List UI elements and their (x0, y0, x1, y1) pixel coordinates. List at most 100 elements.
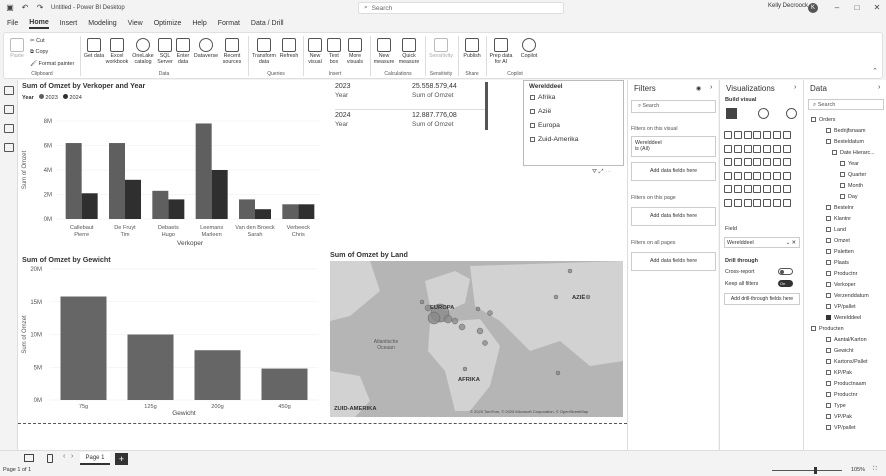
field-plaats[interactable]: Plaats (826, 260, 849, 266)
checkbox[interactable] (840, 161, 845, 166)
checkbox[interactable] (826, 381, 831, 386)
checkbox[interactable] (826, 238, 831, 243)
menu-insert[interactable]: Insert (60, 20, 78, 27)
field-productnaam[interactable]: Productnaam (826, 381, 866, 387)
table-scrollbar[interactable] (485, 82, 488, 130)
maximize-icon[interactable]: □ (846, 2, 868, 14)
visual-type-icon[interactable] (772, 198, 781, 207)
focus-mode-icon[interactable]: ⤢ (599, 169, 604, 175)
tab-page-1[interactable]: Page 1 (80, 452, 110, 465)
checkbox[interactable] (826, 260, 831, 265)
menu-format[interactable]: Format (218, 20, 240, 27)
visual-type-icon[interactable] (763, 131, 772, 139)
visual-type-icon[interactable] (724, 185, 732, 194)
dax-query-icon[interactable] (3, 143, 14, 152)
visual-type-icon[interactable] (753, 131, 762, 139)
get-data-button[interactable]: Get data (83, 38, 105, 59)
mobile-layout-icon[interactable] (47, 454, 53, 463)
collapse-data-icon[interactable]: › (878, 84, 880, 91)
format-painter-button[interactable]: 🖌 Format painter (30, 61, 74, 67)
prev-page-icon[interactable]: ‹ (63, 453, 65, 460)
checkbox[interactable] (826, 304, 831, 309)
field-paletten[interactable]: Paletten (826, 249, 854, 255)
visual-type-icon[interactable] (724, 158, 732, 167)
checkbox[interactable] (826, 128, 831, 133)
visual-type-icon[interactable] (733, 185, 742, 194)
build-visual-icon[interactable] (726, 108, 737, 119)
field-quarter[interactable]: Quarter (840, 172, 866, 178)
undo-icon[interactable]: ↶ (20, 3, 30, 13)
checkbox[interactable] (826, 359, 831, 364)
field-date-hierarc-[interactable]: Date Hierarc... (832, 150, 875, 156)
visual-type-icon[interactable] (743, 131, 752, 139)
collapse-viz-icon[interactable]: › (794, 84, 796, 91)
field-omzet[interactable]: Omzet (826, 238, 850, 244)
field-vp-pak[interactable]: VP/Pak (826, 414, 852, 420)
field-verkoper[interactable]: Verkoper (826, 282, 856, 288)
table-visual[interactable]: 2023 Year 25.558.579,44 Sum of Omzet 202… (330, 80, 490, 132)
sensitivity-button[interactable]: Sensitivity (427, 38, 455, 59)
enter-data-button[interactable]: Enter data (174, 38, 192, 65)
recent-sources-button[interactable]: Recent sources (220, 38, 244, 65)
visual-type-icon[interactable] (753, 185, 762, 194)
add-data-fields-visual[interactable]: Add data fields here (631, 162, 716, 181)
checkbox[interactable] (811, 326, 816, 331)
visual-type-icon[interactable] (763, 198, 772, 207)
quick-measure-button[interactable]: Quick measure (396, 38, 422, 65)
prep-data-ai-button[interactable]: Prep data for AI (488, 38, 514, 65)
checkbox[interactable] (826, 249, 831, 254)
field-day[interactable]: Day (840, 194, 858, 200)
menu-data-drill[interactable]: Data / Drill (251, 20, 284, 27)
slicer-werelddeel[interactable]: Werelddeel Afrika Azië Europa Zuid-Ameri… (523, 80, 624, 175)
field-year[interactable]: Year (840, 161, 859, 167)
excel-workbook-button[interactable]: Excel workbook (105, 38, 129, 65)
visual-type-icon[interactable] (772, 131, 781, 139)
checkbox[interactable] (530, 137, 535, 142)
visual-type-icon[interactable] (733, 131, 742, 139)
filters-search[interactable]: ⌕ Search (631, 100, 716, 113)
visual-type-icon[interactable] (733, 144, 742, 153)
visual-type-icon[interactable] (743, 144, 752, 153)
field-kartons-pallet[interactable]: Kartons/Pallet (826, 359, 868, 365)
visual-type-icon[interactable] (772, 144, 781, 153)
zoom-slider[interactable] (772, 470, 842, 471)
field-month[interactable]: Month (840, 183, 863, 189)
menu-modeling[interactable]: Modeling (88, 20, 116, 27)
slicer-item[interactable]: Europa (530, 122, 560, 129)
checkbox[interactable] (826, 403, 831, 408)
checkbox[interactable] (826, 216, 831, 221)
visual-type-icon[interactable] (733, 198, 742, 207)
checkbox[interactable] (826, 227, 831, 232)
visual-type-icon[interactable] (753, 158, 762, 167)
copy-button[interactable]: ⧉ Copy (30, 49, 48, 56)
onelake-catalog-button[interactable]: OneLake catalog (130, 38, 156, 65)
collapse-filters-icon[interactable]: › (710, 84, 712, 91)
collapse-ribbon-icon[interactable]: ⌃ (872, 67, 878, 75)
field-well-werelddeel[interactable]: Werelddeel ⌄ ✕ (724, 237, 800, 248)
field-werelddeel[interactable]: Werelddeel (826, 315, 861, 321)
menu-file[interactable]: File (7, 20, 18, 27)
format-visual-icon[interactable] (758, 108, 769, 119)
menu-home[interactable]: Home (29, 19, 49, 29)
add-drill-through-fields[interactable]: Add drill-through fields here (724, 293, 800, 305)
checkbox[interactable] (826, 425, 831, 430)
field-productnr[interactable]: Productnr (826, 271, 857, 277)
cut-button[interactable]: ✂ Cut (30, 38, 45, 44)
table-orders[interactable]: Orders (811, 117, 835, 123)
publish-button[interactable]: Publish (460, 38, 484, 59)
data-search[interactable]: ⌕ Search (808, 99, 884, 110)
visual-type-icon[interactable] (753, 144, 762, 153)
visual-type-icon[interactable] (763, 158, 772, 167)
more-options-icon[interactable]: ⋯ (605, 169, 611, 175)
checkbox[interactable] (832, 150, 837, 155)
field-vp-pallet[interactable]: VP/pallet (826, 425, 856, 431)
add-data-fields-all[interactable]: Add data fields here (631, 252, 716, 271)
next-page-icon[interactable]: › (71, 453, 73, 460)
keep-filters-toggle[interactable]: On (778, 280, 793, 287)
field-klantnr[interactable]: Klantnr (826, 216, 851, 222)
visual-type-icon[interactable] (724, 144, 732, 153)
visual-type-icon[interactable] (743, 171, 752, 180)
checkbox[interactable] (826, 392, 831, 397)
field-land[interactable]: Land (826, 227, 846, 233)
cross-report-toggle[interactable] (778, 268, 793, 275)
